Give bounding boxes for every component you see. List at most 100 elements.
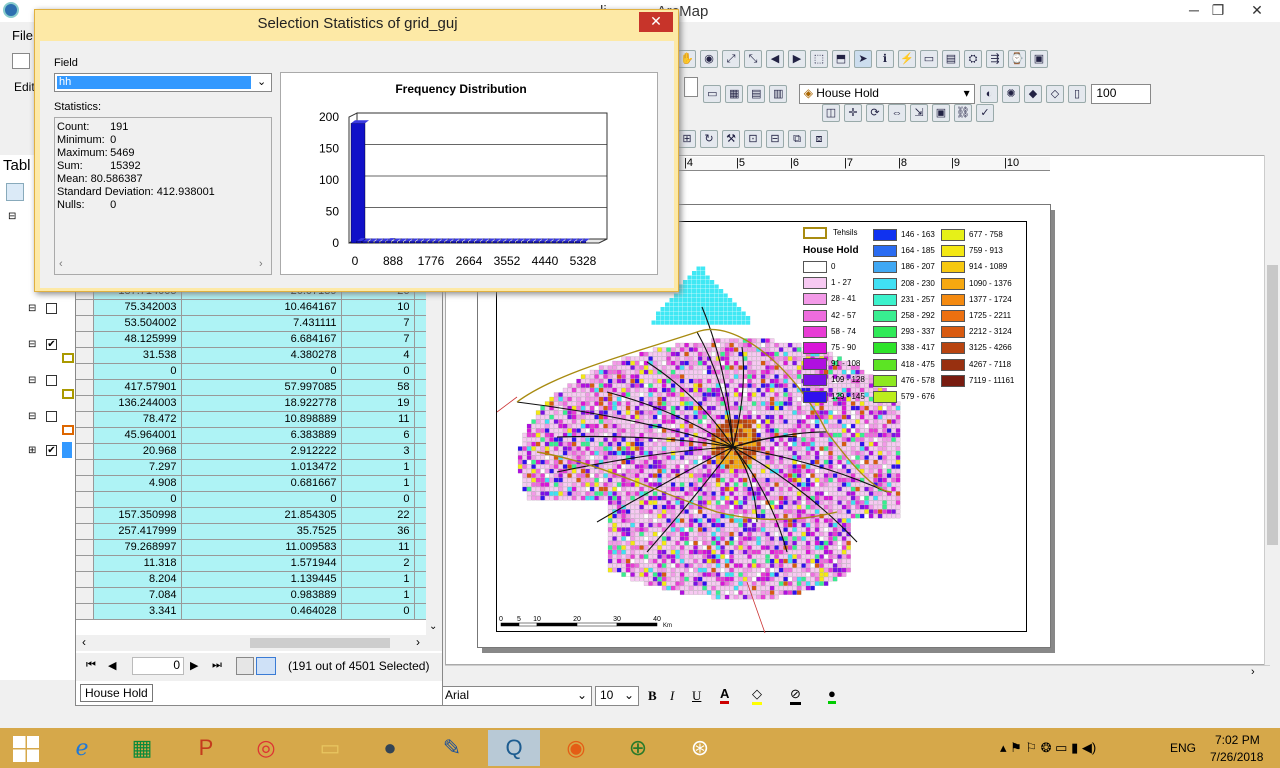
row-header[interactable]	[76, 555, 94, 572]
scale-icon[interactable]: ⇲	[910, 104, 928, 122]
collapse-toggle-icon[interactable]: ⊟	[28, 339, 36, 350]
language-indicator[interactable]: ENG	[1170, 741, 1196, 755]
zoom-out-fixed-icon[interactable]: ⤡	[744, 50, 762, 68]
georef-layer-icon[interactable]: ◫	[822, 104, 840, 122]
last-record-icon[interactable]: ⏭	[212, 659, 222, 672]
table-row[interactable]: 257.417999 35.7525 36	[76, 523, 427, 540]
list-by-drawing-order-icon[interactable]	[6, 183, 24, 201]
table-row[interactable]: 3.341 0.464028 0	[76, 603, 427, 620]
zoom-whole-page-icon[interactable]: ⊞	[678, 130, 696, 148]
table-cell[interactable]: 11.318	[93, 555, 182, 572]
record-input[interactable]: 0	[132, 657, 184, 675]
contrast-icon[interactable]: ◐	[980, 84, 999, 103]
table-cell[interactable]: 8.204	[93, 571, 182, 588]
field-select[interactable]: hh ⌄	[54, 73, 272, 92]
table-cell[interactable]: 22	[341, 507, 415, 524]
row-header[interactable]	[76, 507, 94, 524]
table-cell[interactable]: 10.898889	[181, 411, 342, 428]
flicker-icon[interactable]: ▯	[1068, 84, 1087, 103]
clock-date[interactable]: 7/26/2018	[1210, 750, 1263, 764]
font-color-button[interactable]: A	[720, 686, 730, 704]
table-row[interactable]: 8.204 1.139445 1	[76, 571, 427, 588]
table-cell[interactable]: 157.350998	[93, 507, 182, 524]
hyperlink-icon[interactable]: ⚡	[898, 50, 916, 68]
collapse-toggle-icon[interactable]: ⊟	[28, 303, 36, 314]
table-cell[interactable]: 1	[341, 475, 415, 492]
collapse-toggle-icon[interactable]: ⊟	[28, 375, 36, 386]
table-cell[interactable]: 7.084	[93, 587, 182, 604]
new-document-icon[interactable]	[12, 53, 30, 69]
row-header[interactable]	[76, 587, 94, 604]
chrome-icon[interactable]: ◎	[240, 730, 292, 766]
add-control-points-icon[interactable]: ✛	[844, 104, 862, 122]
layer-checkbox[interactable]	[46, 303, 57, 314]
table-cell[interactable]: 4.908	[93, 475, 182, 492]
select-elements-icon[interactable]: ➤	[854, 50, 872, 68]
table-cell[interactable]: 0	[93, 363, 182, 380]
table-cell[interactable]: 6	[341, 427, 415, 444]
tools-icon[interactable]: ⚒	[722, 130, 740, 148]
vertical-scroll-thumb[interactable]	[1267, 265, 1278, 545]
table-cell[interactable]: 4.380278	[181, 347, 342, 364]
table-row[interactable]: 78.472 10.898889 11	[76, 411, 427, 428]
row-header[interactable]	[76, 571, 94, 588]
attributes-icon[interactable]: ▤	[747, 84, 766, 103]
grid-icon[interactable]: ⊡	[744, 130, 762, 148]
table-cell[interactable]: 11.009583	[181, 539, 342, 556]
table-cell[interactable]: 0	[341, 363, 415, 380]
layer-checkbox[interactable]	[46, 375, 57, 386]
link-table-icon[interactable]: ⛓	[954, 104, 972, 122]
table-cell[interactable]: 0.464028	[181, 603, 342, 620]
back-icon[interactable]: ◀	[766, 50, 784, 68]
table-cell[interactable]: 136.244003	[93, 395, 182, 412]
rotate-icon[interactable]: ⟳	[866, 104, 884, 122]
table-cell[interactable]: 11	[341, 411, 415, 428]
scroll-left-icon[interactable]: ‹	[82, 635, 86, 649]
bold-button[interactable]: B	[648, 688, 657, 704]
layer-checkbox-checked[interactable]: ✔	[46, 339, 57, 350]
row-header[interactable]	[76, 523, 94, 540]
forward-icon[interactable]: ▶	[788, 50, 806, 68]
table-hscroll-thumb[interactable]	[250, 638, 390, 648]
table-cell[interactable]: 0	[181, 491, 342, 508]
table-cell[interactable]: 10.464167	[181, 299, 342, 316]
paste-icon[interactable]: ⧈	[810, 130, 828, 148]
create-viewer-icon[interactable]: ▣	[1030, 50, 1048, 68]
collapse-toggle-icon[interactable]: ⊟	[28, 411, 36, 422]
show-all-records-icon[interactable]	[236, 657, 254, 675]
table-cell[interactable]: 7.431111	[181, 315, 342, 332]
fill-color-icon[interactable]: ◇	[752, 686, 762, 705]
effects-icon[interactable]: ◆	[1024, 84, 1043, 103]
table-cell[interactable]: 6.684167	[181, 331, 342, 348]
refresh-icon[interactable]: ↻	[700, 130, 718, 148]
prev-record-icon[interactable]: ◀	[108, 659, 116, 672]
table-cell[interactable]: 257.417999	[93, 523, 182, 540]
table-row[interactable]: 157.350998 21.854305 22	[76, 507, 427, 524]
start-button[interactable]	[0, 730, 52, 766]
table-cell[interactable]: 10	[341, 299, 415, 316]
italic-button[interactable]: I	[670, 688, 674, 704]
table-row[interactable]: 53.504002 7.431111 7	[76, 315, 427, 332]
row-header[interactable]	[76, 491, 94, 508]
row-header[interactable]	[76, 443, 94, 460]
show-selected-records-icon[interactable]	[256, 657, 276, 675]
table-cell[interactable]: 0.681667	[181, 475, 342, 492]
table-cell[interactable]: 6.383889	[181, 427, 342, 444]
table-cell[interactable]: 1	[341, 571, 415, 588]
table-cell[interactable]: 48.125999	[93, 331, 182, 348]
fit-icon[interactable]: ▣	[932, 104, 950, 122]
update-icon[interactable]: ✓	[976, 104, 994, 122]
table-cell[interactable]: 3.341	[93, 603, 182, 620]
select-features-icon[interactable]: ⬚	[810, 50, 828, 68]
table-cell[interactable]: 78.472	[93, 411, 182, 428]
table-cell[interactable]: 1.571944	[181, 555, 342, 572]
table-cell[interactable]: 1.013472	[181, 459, 342, 476]
expand-toggle-icon[interactable]: ⊞	[28, 445, 36, 456]
zoom-in-fixed-icon[interactable]: ⤢	[722, 50, 740, 68]
catalog-icon[interactable]: ▥	[769, 84, 788, 103]
measure-icon[interactable]: ▤	[942, 50, 960, 68]
table-cell[interactable]: 57.997085	[181, 379, 342, 396]
horizontal-scrollbar[interactable]: ›	[445, 665, 1270, 679]
table-row[interactable]: 000	[76, 363, 427, 380]
scroll-left-icon[interactable]: ‹	[59, 258, 63, 271]
